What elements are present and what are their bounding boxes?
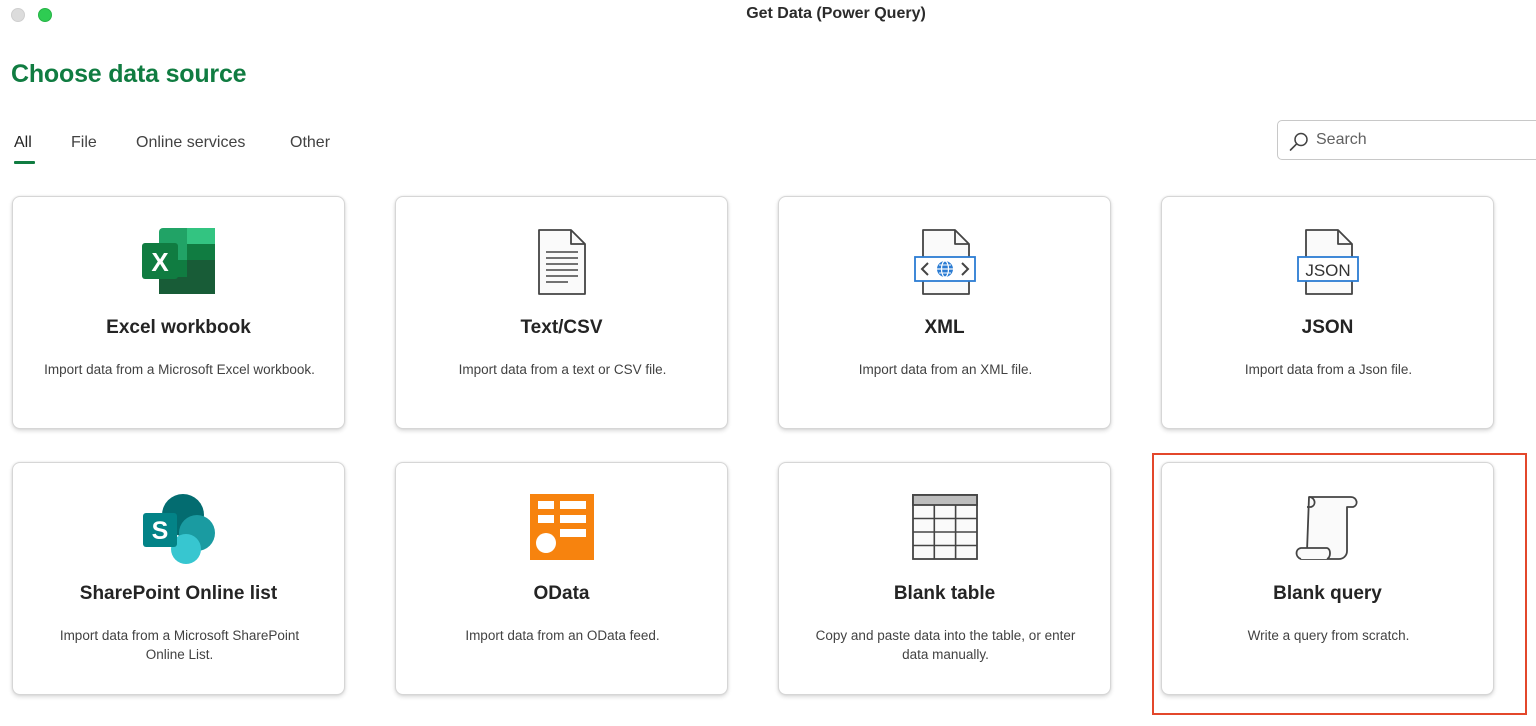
card-description: Import data from a Json file. (1244, 362, 1413, 377)
card-description: Import data from a Microsoft Excel workb… (44, 362, 315, 377)
blank-query-icon (1295, 496, 1357, 560)
svg-text:JSON: JSON (1305, 261, 1350, 280)
text-file-icon (537, 229, 586, 295)
source-card-blank-query[interactable]: Blank query Write a query from scratch. (1161, 462, 1494, 695)
tab-label: Other (290, 134, 331, 151)
title-bar: Get Data (Power Query) (0, 0, 1536, 30)
tab-label: File (71, 134, 97, 151)
tab-other[interactable]: Other (290, 132, 330, 164)
card-title: Text/CSV (520, 317, 603, 338)
search-box[interactable] (1277, 120, 1536, 160)
card-title: SharePoint Online list (79, 583, 278, 604)
source-card-json[interactable]: JSON JSON Import data from a Json file. (1161, 196, 1494, 429)
json-file-icon: JSON (1296, 229, 1359, 295)
card-title: OData (533, 583, 590, 604)
source-card-xml[interactable]: XML Import data from an XML file. (778, 196, 1111, 429)
search-icon (1289, 132, 1308, 151)
source-card-blank-table[interactable]: Blank table Copy and paste data into the… (778, 462, 1111, 695)
sharepoint-icon: S (142, 494, 215, 564)
card-title: Blank query (1273, 583, 1382, 604)
tab-all[interactable]: All (14, 132, 35, 164)
window-title: Get Data (Power Query) (746, 5, 926, 22)
card-description: Copy and paste data into the table, or e… (815, 628, 1076, 662)
search-input[interactable] (1316, 129, 1516, 151)
card-description: Import data from an OData feed. (465, 628, 660, 643)
svg-text:S: S (151, 517, 168, 545)
card-description: Write a query from scratch. (1247, 628, 1410, 643)
card-description: Import data from an XML file. (858, 362, 1033, 377)
card-title: XML (924, 317, 965, 338)
card-title: JSON (1301, 317, 1354, 338)
tab-file[interactable]: File (71, 132, 97, 164)
tab-online-services[interactable]: Online services (136, 132, 245, 164)
odata-icon (529, 494, 594, 560)
source-card-text-csv[interactable]: Text/CSV Import data from a text or CSV … (395, 196, 728, 429)
card-title: Excel workbook (106, 317, 251, 338)
excel-icon: X (141, 228, 215, 294)
source-card-sharepoint-online-list[interactable]: S SharePoint Online list Import data fro… (12, 462, 345, 695)
tab-label: Online services (136, 134, 246, 151)
card-title: Blank table (893, 583, 996, 604)
page-title: Choose data source (11, 60, 247, 88)
active-tab-indicator (14, 161, 35, 164)
blank-table-icon (911, 494, 978, 560)
svg-text:X: X (151, 247, 169, 277)
source-card-odata[interactable]: OData Import data from an OData feed. (395, 462, 728, 695)
tab-label: All (14, 134, 32, 151)
xml-file-icon (913, 229, 976, 295)
card-description: Import data from a text or CSV file. (458, 362, 667, 377)
source-card-excel-workbook[interactable]: X Excel workbook Import data from a Micr… (12, 196, 345, 429)
card-description: Import data from a Microsoft SharePoint … (59, 628, 300, 662)
